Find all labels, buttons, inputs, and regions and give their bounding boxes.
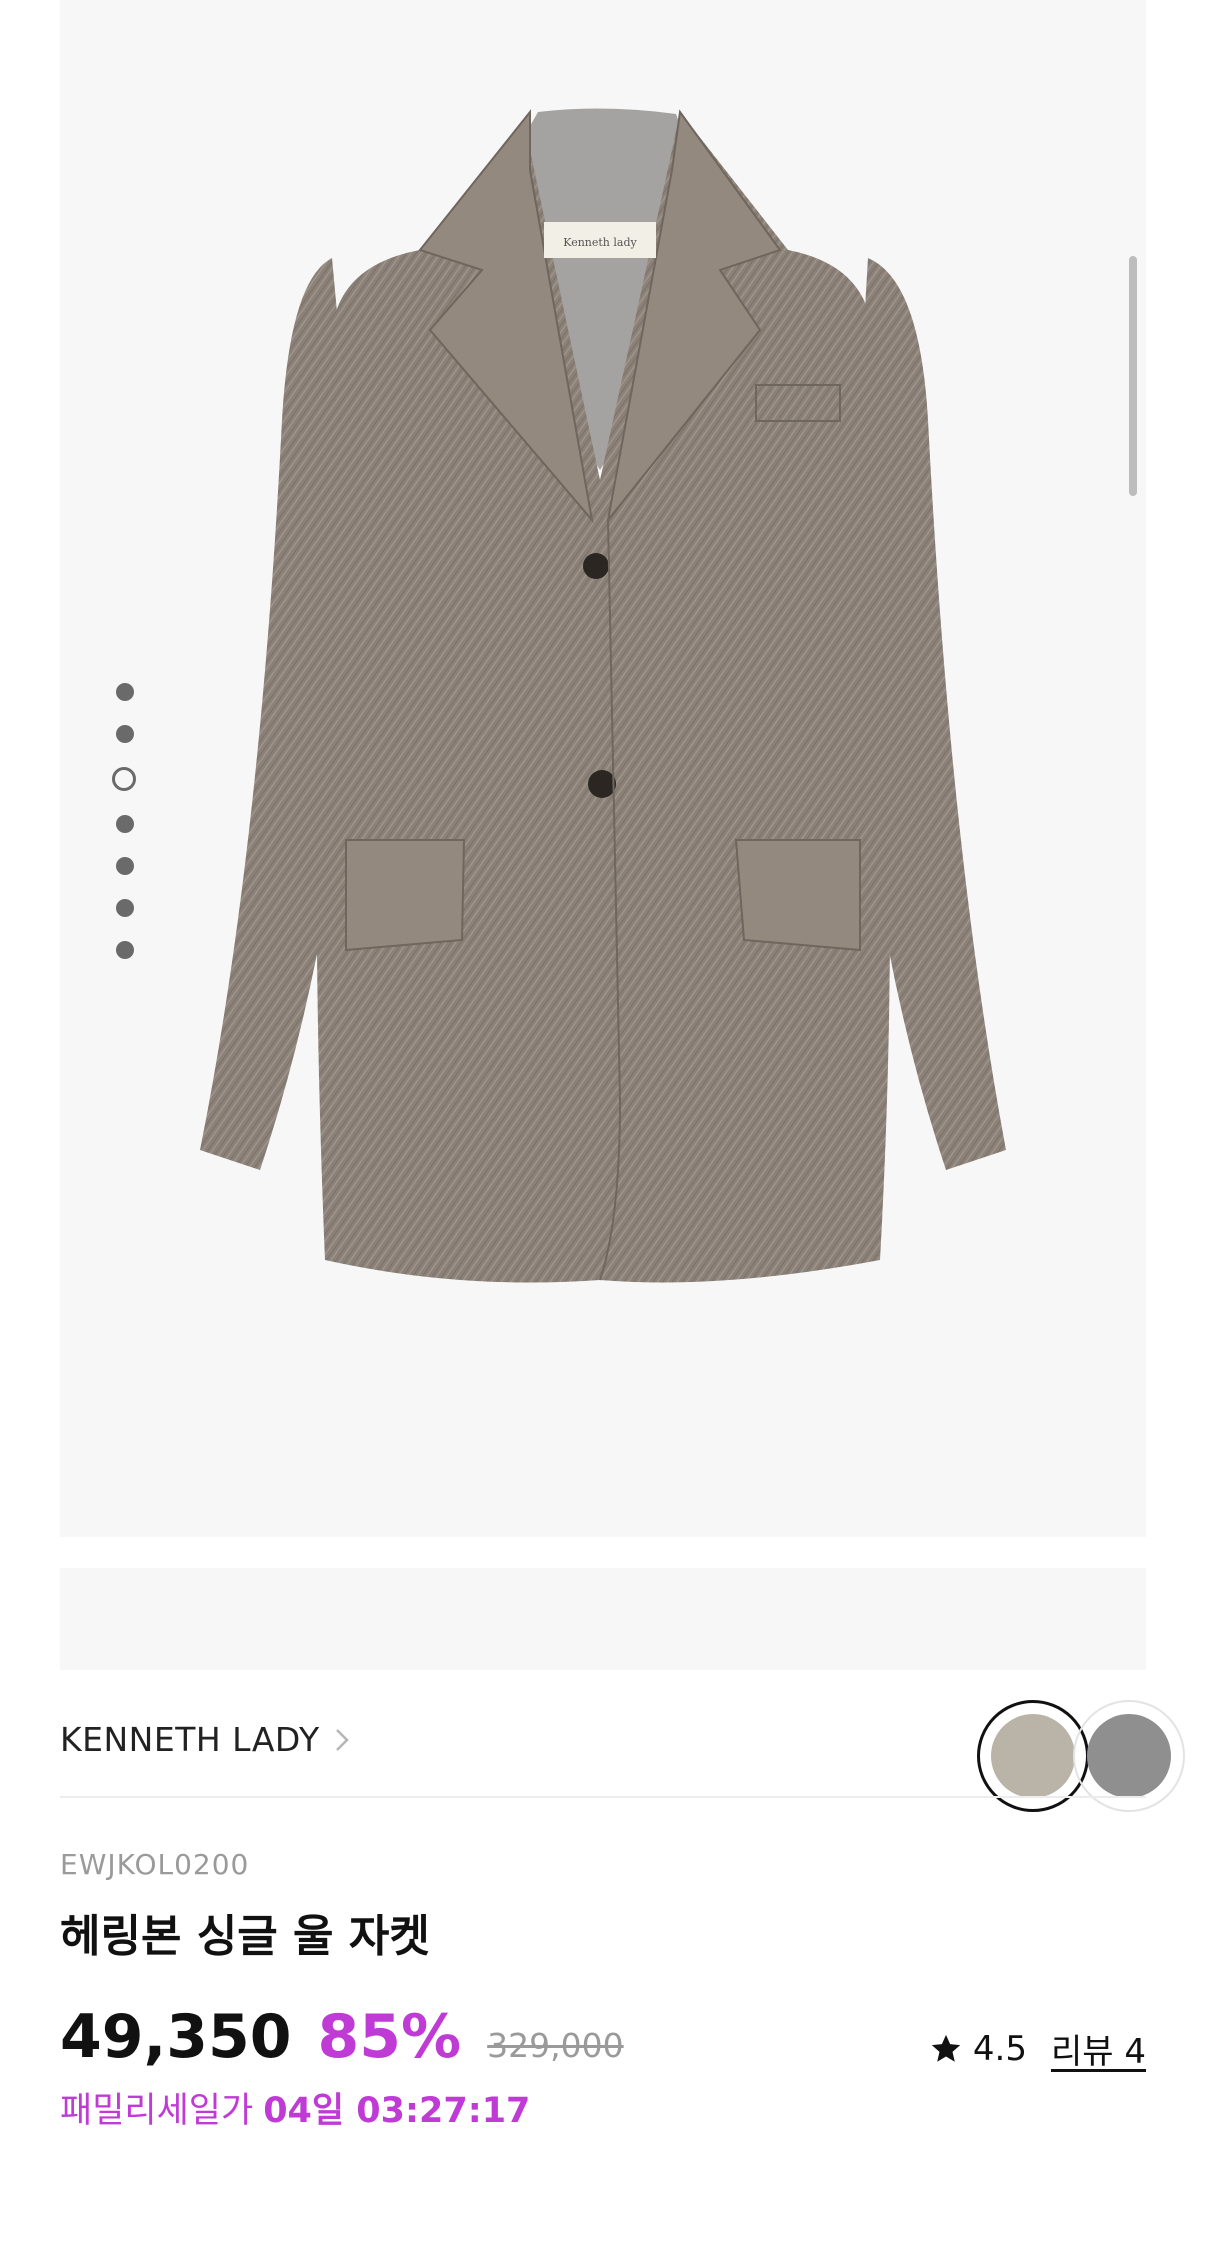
gallery-dot-5[interactable] [116,857,134,875]
promo-banner-placeholder[interactable] [60,1568,1146,1670]
review-count-link[interactable]: 리뷰 4 [1051,2024,1146,2073]
gallery-dot-7[interactable] [116,941,134,959]
brand-link[interactable]: KENNETH LADY [60,1720,350,1759]
sale-price: 49,350 [60,2002,292,2072]
gallery-dot-3-active[interactable] [112,767,136,791]
swatch-fill [991,1714,1075,1798]
price-row: 49,350 85% 329,000 [60,2002,624,2072]
family-sale-row: 패밀리세일가 04일 03:27:17 [60,2082,530,2133]
gallery-dot-2[interactable] [116,725,134,743]
brand-row: KENNETH LADY [60,1700,1185,1812]
product-title: 헤링본 싱글 울 자켓 [60,1911,430,1962]
product-sku: EWJKOL0200 [60,1848,250,1881]
swatch-fill [1087,1714,1171,1798]
gallery-dot-4[interactable] [116,815,134,833]
discount-rate: 85% [317,2002,462,2072]
brand-name: KENNETH LADY [60,1720,320,1759]
sale-countdown: 04일 03:27:17 [263,2091,531,2131]
sale-label: 패밀리세일가 [60,2091,254,2131]
original-price: 329,000 [487,2026,624,2065]
brand-tag-text: Kenneth lady [563,236,637,249]
star-icon [931,2034,961,2062]
divider [60,1796,1146,1798]
product-image[interactable]: Kenneth lady [60,0,1146,1537]
gallery-scrollbar[interactable] [1129,256,1137,496]
gallery-dot-1[interactable] [116,683,134,701]
rating-value: 4.5 [972,2028,1027,2069]
gallery-dot-6[interactable] [116,899,134,917]
chevron-right-icon [335,1728,349,1751]
rating-summary: 4.5 리뷰 4 [929,2024,1146,2073]
